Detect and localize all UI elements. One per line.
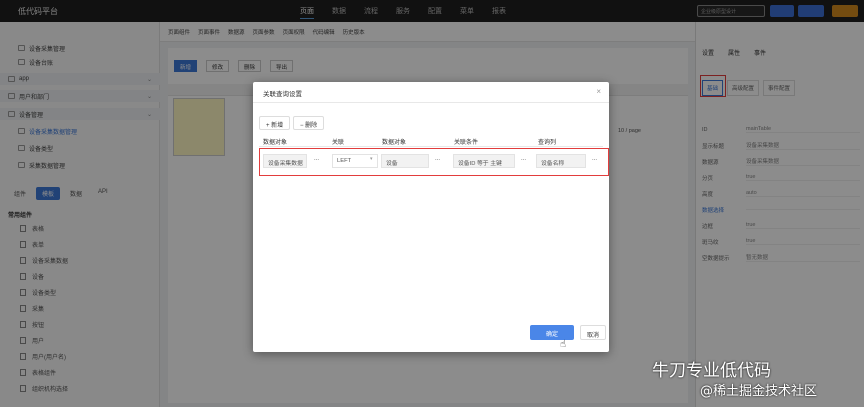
- target-object-field[interactable]: 设备: [381, 154, 429, 168]
- watermark-title: 牛刀专业低代码: [652, 361, 771, 381]
- source-object-picker[interactable]: ...: [314, 156, 319, 162]
- add-row-button[interactable]: + 新增: [259, 116, 291, 130]
- hand-cursor-icon: ☝: [560, 339, 567, 350]
- close-icon[interactable]: ×: [596, 87, 601, 96]
- join-query-dialog: 关联查询设置 × + 新增 − 删除 数据对象 关联 数据对象 关联条件 查询列…: [253, 82, 609, 352]
- dialog-title: 关联查询设置: [263, 91, 302, 98]
- source-object-field[interactable]: 设备采集数据: [263, 154, 307, 168]
- target-object-picker[interactable]: ...: [435, 156, 440, 162]
- header-divider: [259, 146, 603, 147]
- confirm-button[interactable]: 确定: [530, 325, 574, 340]
- column-header: 查询列: [538, 140, 557, 146]
- column-header: 关联: [332, 140, 345, 146]
- query-column-picker[interactable]: ...: [592, 156, 597, 162]
- delete-row-button[interactable]: − 删除: [293, 116, 325, 130]
- join-condition-picker[interactable]: ...: [521, 156, 526, 162]
- column-header: 数据对象: [382, 140, 407, 146]
- chevron-down-icon: ▾: [370, 156, 373, 162]
- watermark-subtitle: @稀土掘金技术社区: [700, 384, 818, 399]
- column-header: 数据对象: [263, 140, 288, 146]
- column-header: 关联条件: [454, 140, 479, 146]
- cancel-button[interactable]: 取消: [580, 325, 606, 340]
- dialog-divider: [253, 102, 609, 103]
- join-condition-field[interactable]: 设备ID 等于 主键: [453, 154, 515, 168]
- query-column-field[interactable]: 设备名称: [536, 154, 586, 168]
